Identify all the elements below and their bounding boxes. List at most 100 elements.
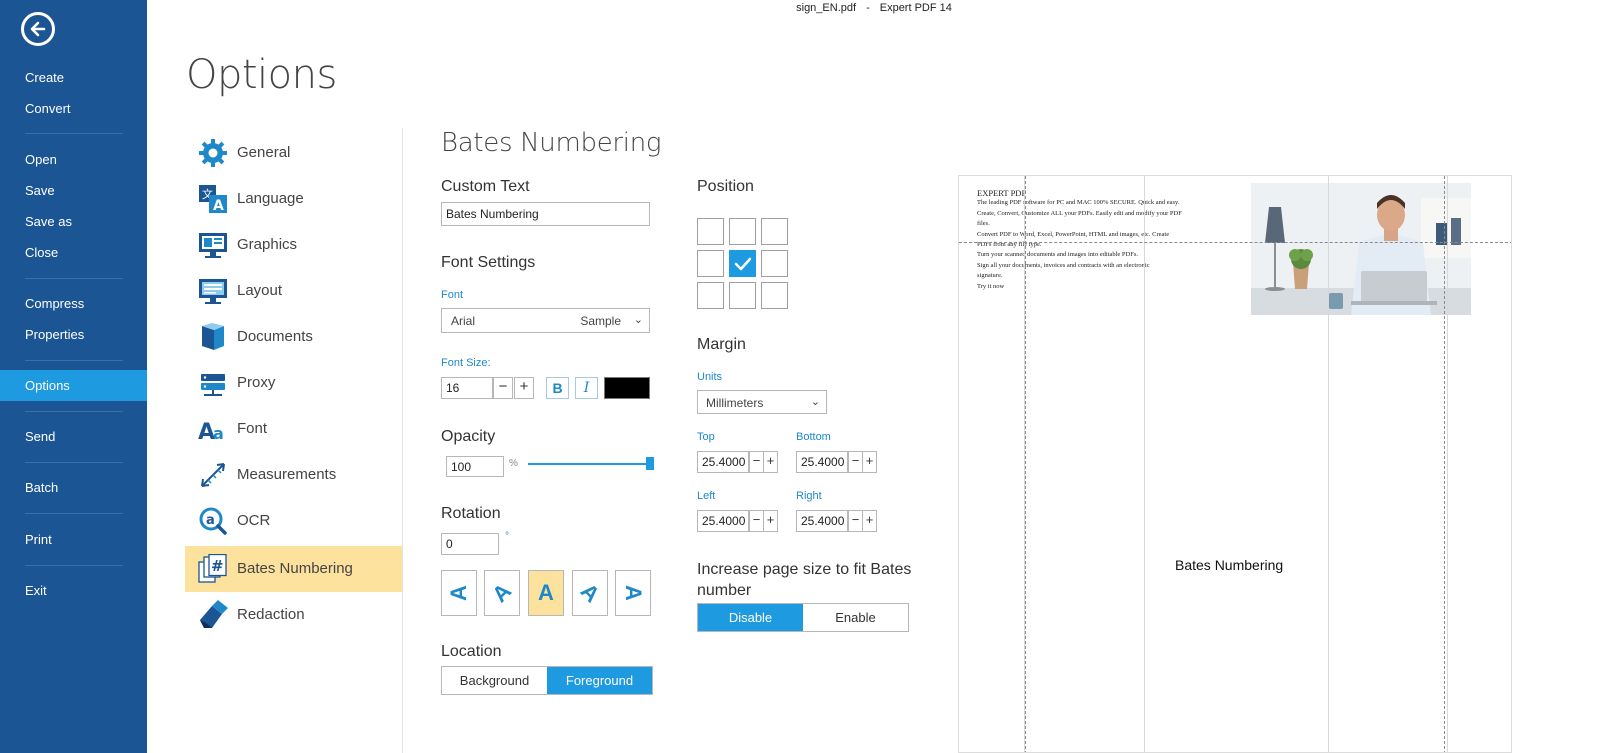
preview-doc-line: Create, Convert, Customize ALL your PDFs… [977,209,1182,217]
category-ocr[interactable]: a OCR [185,498,402,544]
margin-right-decrease-button[interactable]: − [848,510,863,532]
menu-divider [25,411,123,412]
margin-bottom-increase-button[interactable]: + [862,451,877,473]
menu-print[interactable]: Print [0,524,147,555]
menu-divider [25,462,123,463]
bold-button[interactable]: B [546,377,569,399]
opacity-slider-thumb[interactable] [646,457,654,470]
preview-doc-line: The leading PDF software for PC and MAC … [977,199,1180,207]
category-redaction[interactable]: Redaction [185,592,402,638]
menu-convert[interactable]: Convert [0,93,147,124]
margin-left-increase-button[interactable]: + [763,510,778,532]
category-graphics[interactable]: Graphics [185,222,402,268]
menu-close[interactable]: Close [0,237,147,268]
category-label: Font [237,420,268,437]
app-name: Expert PDF 14 [879,2,952,14]
menu-create[interactable]: Create [0,62,147,93]
position-top-right[interactable] [761,218,788,245]
margin-bottom-decrease-button[interactable]: − [848,451,863,473]
category-label: Redaction [237,606,305,623]
category-bates-numbering[interactable]: # Bates Numbering [185,546,402,592]
category-label: OCR [237,512,271,529]
preview-margin-guide [1025,176,1026,752]
menu-exit[interactable]: Exit [0,575,147,606]
margin-top-input[interactable] [697,451,749,473]
preview-photo [1251,183,1471,315]
italic-button[interactable]: I [575,377,598,399]
font-select[interactable]: Arial Sample ⌄ [441,308,650,333]
preview-doc-line: Convert PDF to Word, Excel, PowerPoint, … [977,230,1170,238]
font-color-swatch[interactable] [604,377,650,399]
font-size-increase-button[interactable]: + [514,377,534,399]
rotate-45-button[interactable]: A [572,570,608,616]
position-top-left[interactable] [697,218,724,245]
category-language[interactable]: 文 A Language [185,176,402,222]
margin-heading: Margin [697,336,746,353]
font-settings-heading: Font Settings [441,254,536,271]
font-size-decrease-button[interactable]: − [493,377,513,399]
category-documents[interactable]: Documents [185,314,402,360]
category-font[interactable]: A a Font [185,406,402,452]
margin-bottom-input[interactable] [796,451,848,473]
rotate-0-button[interactable]: A [528,570,564,616]
custom-text-input[interactable] [441,202,650,226]
menu-save-as[interactable]: Save as [0,206,147,237]
margin-left-decrease-button[interactable]: − [749,510,764,532]
margin-top-increase-button[interactable]: + [763,451,778,473]
preview-guide-line [1144,176,1145,752]
increase-page-size-heading: Increase page size to fit Bates number [697,561,912,599]
rotation-input[interactable] [441,533,499,555]
font-aa-icon: A a [198,420,224,444]
menu-options[interactable]: Options [0,370,147,401]
rotate-minus-45-button[interactable]: A [484,570,520,616]
margin-top-decrease-button[interactable]: − [749,451,764,473]
category-proxy[interactable]: Proxy [185,360,402,406]
menu-divider [25,513,123,514]
menu-send[interactable]: Send [0,421,147,452]
menu-batch[interactable]: Batch [0,472,147,503]
position-grid [697,218,789,310]
category-label: General [237,144,291,161]
office-man-photo-illustration [1251,183,1471,315]
menu-properties[interactable]: Properties [0,319,147,350]
checkmark-icon [734,257,752,271]
font-size-label: Font Size: [441,357,491,369]
position-middle-center[interactable] [729,250,756,277]
margin-right-input[interactable] [796,510,848,532]
back-button[interactable] [21,12,55,46]
preview-doc-line: Turn your scanned documents and images i… [977,251,1138,259]
menu-open[interactable]: Open [0,144,147,175]
font-size-input[interactable] [441,377,493,399]
margin-left-input[interactable] [697,510,749,532]
menu-save[interactable]: Save [0,175,147,206]
increase-page-enable-option[interactable]: Enable [803,604,908,631]
ocr-magnifier-icon: a [199,507,227,535]
margin-left-label: Left [697,490,716,502]
increase-page-size-toggle: Disable Enable [697,603,909,632]
category-layout[interactable]: Layout [185,268,402,314]
category-general[interactable]: General [185,130,402,176]
opacity-slider-track[interactable] [528,463,653,465]
menu-compress[interactable]: Compress [0,288,147,319]
panel-divider [402,128,403,753]
position-bottom-left[interactable] [697,282,724,309]
rotate-minus-90-button[interactable]: A [441,570,477,616]
preview-document-text: EXPERT PDF The leading PDF software for … [977,188,1247,292]
margin-top-label: Top [697,431,715,443]
rotation-glyph: A [538,580,554,605]
position-middle-left[interactable] [697,250,724,277]
position-bottom-right[interactable] [761,282,788,309]
location-background-option[interactable]: Background [442,667,547,694]
margin-right-label: Right [796,490,822,502]
location-foreground-option[interactable]: Foreground [547,667,652,694]
rotate-90-button[interactable]: A [615,570,651,616]
position-bottom-center[interactable] [729,282,756,309]
position-top-center[interactable] [729,218,756,245]
category-measurements[interactable]: Measurements [185,452,402,498]
bates-preview-page: EXPERT PDF The leading PDF software for … [958,175,1512,753]
opacity-input[interactable] [446,456,504,477]
increase-page-disable-option[interactable]: Disable [698,604,803,631]
position-middle-right[interactable] [761,250,788,277]
margin-right-increase-button[interactable]: + [862,510,877,532]
units-select[interactable]: Millimeters ⌄ [697,390,827,414]
